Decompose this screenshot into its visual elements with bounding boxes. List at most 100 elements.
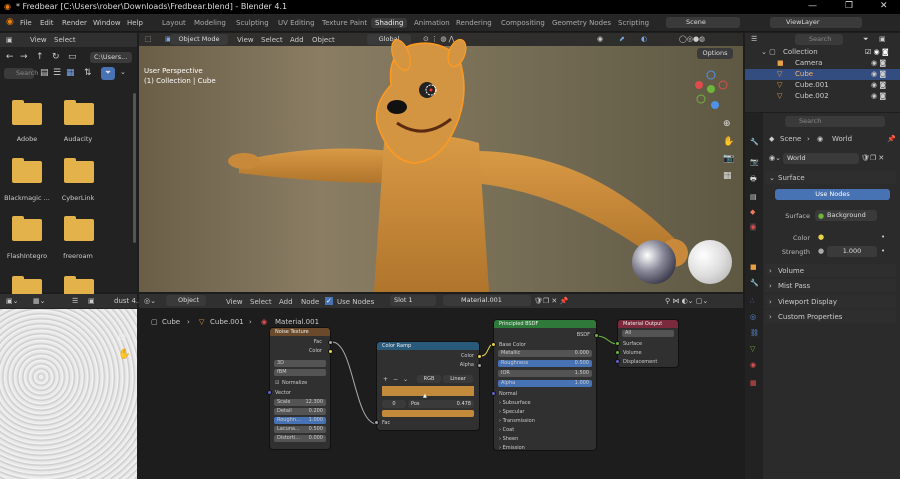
principled-bsdf-node[interactable]: Principled BSDF BSDF Base Color Metallic… [491,320,599,451]
outliner-search-input[interactable]: Search [795,34,843,45]
tab-sculpting[interactable]: Sculpting [232,18,273,28]
scene-tab-icon[interactable]: ◆ [750,208,755,216]
tab-geometry-nodes[interactable]: Geometry Nodes [548,18,615,28]
tab-uv-editing[interactable]: UV Editing [274,18,319,28]
node-title[interactable]: Color Ramp [377,342,479,350]
filter-dropdown-icon[interactable]: ⌄ [120,68,126,76]
add-stop-icon[interactable]: + [383,376,388,383]
noise-type-dropdown[interactable]: fBM [274,369,326,376]
folder-icon[interactable] [64,216,94,241]
color-output-socket[interactable] [477,354,482,359]
outliner-item-collection[interactable]: Collection [783,48,818,56]
surface-shader-field[interactable]: Background [815,210,877,221]
keyframe-icon[interactable]: • [881,247,885,255]
scene-selector[interactable]: Scene [666,17,740,28]
noise-texture-node[interactable]: Noise Texture Fac Color 3D fBM ☑ Normali… [267,328,333,449]
object-tab-icon[interactable]: ■ [750,263,757,271]
stop-color-swatch[interactable] [382,410,474,417]
menu-window[interactable]: Window [93,19,121,27]
world-tab-icon[interactable]: ◉ [750,223,757,231]
fake-user-icon[interactable]: 🛡❐ ✕ [861,154,884,162]
path-field[interactable]: C:\Users... [90,52,132,63]
new-folder-icon[interactable]: ▭ [68,52,77,62]
outliner-type-icon[interactable]: ☰ [751,35,757,43]
viewport-display-section-header[interactable]: › Viewport Display [765,295,896,308]
ramp-stop-handle-icon[interactable]: ▲ [423,393,427,399]
panel-coat[interactable]: › Coat [499,427,514,433]
panel-specular[interactable]: › Specular [499,409,524,415]
strength-field[interactable]: 1.000 [827,246,877,257]
folder-icon[interactable] [12,100,42,125]
refresh-icon[interactable]: ↻ [52,52,60,62]
parent-dir-icon[interactable]: ↑ [36,52,44,62]
visibility-icon[interactable]: ◉ ◙ [871,81,886,89]
lacunarity-field[interactable]: Lacuna... 0.500 [274,426,326,433]
world-browse-icon[interactable]: ◉⌄ [769,154,781,162]
particles-tab-icon[interactable]: ∴ [750,297,754,305]
node-title[interactable]: Noise Texture [270,328,330,336]
ior-field[interactable]: IOR 1.500 [498,370,592,377]
folder-icon[interactable] [12,216,42,241]
panel-sheen[interactable]: › Sheen [499,436,518,442]
use-nodes-button[interactable]: Use Nodes [775,189,890,200]
fac-output-socket[interactable] [328,340,333,345]
checkbox-icon[interactable]: ☑ ◉ ◙ [865,48,889,56]
scale-field[interactable]: Scale 12.300 [274,399,326,406]
keyframe-icon[interactable]: • [881,233,885,241]
outliner-item-cube[interactable]: Cube [795,70,813,78]
detail-field[interactable]: Detail 0.200 [274,408,326,415]
metallic-field[interactable]: Metallic 0.000 [498,350,592,357]
menu-render[interactable]: Render [62,19,87,27]
stop-index-field[interactable]: 0 [382,400,406,408]
filter-icon[interactable]: ⏷ [863,35,869,44]
color-output-socket[interactable] [328,349,333,354]
outliner-row[interactable]: ▽ Cube ◉ ◙ [745,69,900,80]
dimensions-dropdown[interactable]: 3D [274,360,326,367]
tab-scripting[interactable]: Scripting [614,18,653,28]
target-dropdown[interactable]: All [622,330,674,337]
display-horizontal-icon[interactable]: ☰ [53,68,61,78]
outliner-item-cube002[interactable]: Cube.002 [795,92,829,100]
zoom-icon[interactable]: ⊕ [118,332,126,343]
tab-texture-paint[interactable]: Texture Paint [318,18,371,28]
visibility-icon[interactable]: ◉ ◙ [871,92,886,100]
menu-help[interactable]: Help [127,19,143,27]
view-layer-tab-icon[interactable]: ▤ [750,193,757,201]
color-socket-icon[interactable]: ● [818,233,824,241]
menu-file[interactable]: File [20,19,32,27]
new-collection-icon[interactable]: ▣ [879,35,886,43]
tool-tab-icon[interactable]: 🔧 [750,138,759,146]
display-thumbnails-icon[interactable]: ▦ [66,68,75,78]
visibility-icon[interactable]: ◉ ◙ [871,70,886,78]
color-ramp-gradient[interactable] [382,386,474,396]
pin-icon[interactable]: 📌 [887,135,896,143]
tab-compositing[interactable]: Compositing [497,18,549,28]
folder-cyberlink[interactable]: CyberLink [48,194,108,202]
fb-scrollbar[interactable] [133,93,136,243]
distortion-field[interactable]: Distorti... 0.000 [274,435,326,442]
pan-hand-icon[interactable]: ✋ [118,349,130,360]
panel-transmission[interactable]: › Transmission [499,418,535,424]
output-tab-icon[interactable]: 🖶 [750,175,757,186]
constraints-tab-icon[interactable]: ⛓ [750,329,759,337]
zoom-icon[interactable]: ⊕ [723,119,731,129]
stop-position-field[interactable]: Pos 0.478 [408,400,474,408]
outliner-row[interactable]: ▽ Cube.002 ◉ ◙ [745,91,900,102]
interpolation-dropdown[interactable]: Linear [443,375,473,383]
display-vertical-icon[interactable]: ▤ [40,68,49,78]
outliner-row[interactable]: ⌄ ▢ Collection ☑ ◉ ◙ [745,47,900,58]
close-button[interactable]: ✕ [880,1,888,11]
fb-search-input[interactable]: Search [4,68,38,79]
normalize-checkbox[interactable]: ☑ [275,380,279,386]
alpha-field[interactable]: Alpha 1.000 [498,380,592,387]
sort-icon[interactable]: ⇅ [84,68,92,78]
color-ramp-node[interactable]: Color Ramp Color Alpha + − ⌄ RGB Linear … [374,342,482,430]
properties-search-input[interactable]: Search [785,116,885,127]
tab-modeling[interactable]: Modeling [190,18,230,28]
ramp-menu-icon[interactable]: ⌄ [403,376,408,383]
maximize-button[interactable]: ❐ [845,1,853,11]
pan-hand-icon[interactable]: ✋ [723,137,734,147]
menu-icon[interactable]: ☰ [72,297,78,305]
color-mode-dropdown[interactable]: RGB [417,375,441,383]
3d-viewport[interactable]: ⬚ ▣▣▣▣▣ Object Mode View Select Add Obje… [139,33,743,292]
